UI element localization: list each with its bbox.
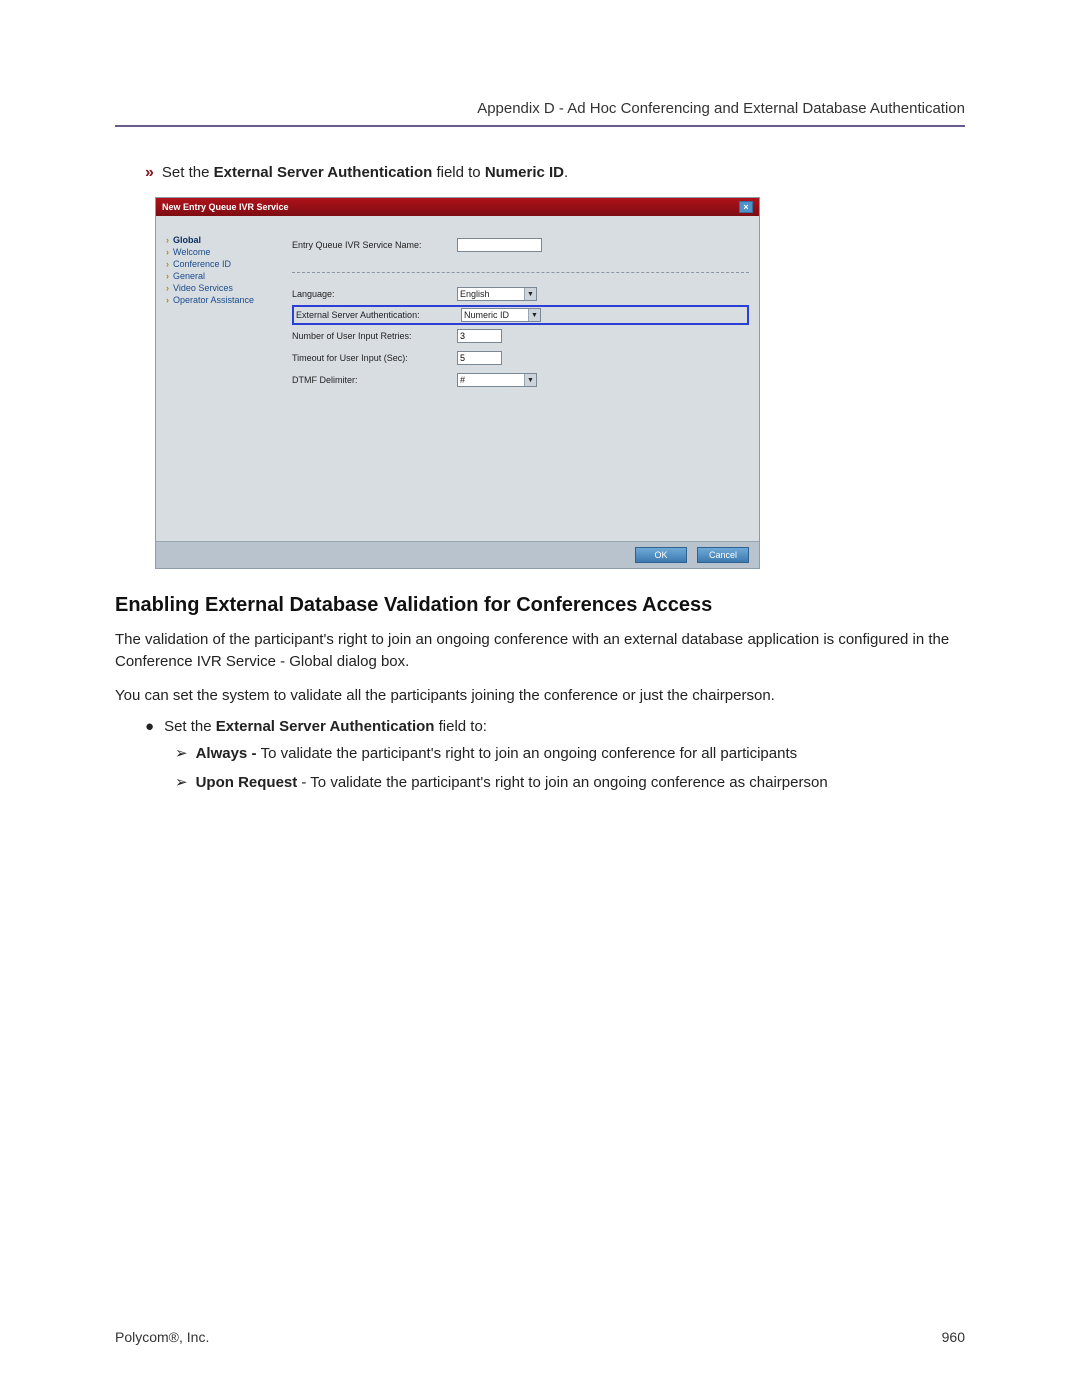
service-name-label: Entry Queue IVR Service Name: bbox=[292, 240, 457, 250]
t: To validate the participant's right to j… bbox=[261, 745, 798, 762]
dialog-titlebar: New Entry Queue IVR Service × bbox=[156, 198, 759, 216]
retries-label: Number of User Input Retries: bbox=[292, 331, 457, 341]
page-header: Appendix D - Ad Hoc Conferencing and Ext… bbox=[115, 100, 965, 127]
dtmf-label: DTMF Delimiter: bbox=[292, 375, 457, 385]
arrow-upon-request: ➢ Upon Request - To validate the partici… bbox=[175, 772, 965, 793]
arrow-icon: ➢ bbox=[175, 772, 188, 793]
bullet-set-field: ● Set the External Server Authentication… bbox=[145, 718, 965, 735]
arrow-always: ➢ Always - To validate the participant's… bbox=[175, 743, 965, 764]
intro-bullet-text: Set the External Server Authentication f… bbox=[162, 162, 568, 183]
t: . bbox=[564, 164, 568, 181]
arrow-icon: ➢ bbox=[175, 743, 188, 764]
nav-general[interactable]: › General bbox=[166, 270, 276, 282]
nav-operator-assistance[interactable]: › Operator Assistance bbox=[166, 294, 276, 306]
dialog-screenshot: New Entry Queue IVR Service × › Global › W… bbox=[155, 197, 965, 569]
nav-label: Conference ID bbox=[173, 259, 231, 269]
page-footer: Polycom®, Inc. 960 bbox=[115, 1329, 965, 1345]
t: Numeric ID bbox=[485, 164, 564, 181]
bullet-text: Set the External Server Authentication f… bbox=[164, 718, 487, 735]
retries-input[interactable] bbox=[457, 329, 502, 343]
raquo-marker: » bbox=[145, 164, 154, 182]
row-service-name: Entry Queue IVR Service Name: bbox=[292, 234, 749, 256]
t: - To validate the participant's right to… bbox=[297, 774, 827, 791]
t: Upon Request bbox=[196, 774, 298, 791]
t: Set the bbox=[164, 718, 216, 735]
chevron-icon: › bbox=[166, 259, 169, 269]
ext-auth-select[interactable]: Numeric ID ▼ bbox=[461, 308, 541, 322]
footer-company: Polycom®, Inc. bbox=[115, 1329, 209, 1345]
language-select[interactable]: English ▼ bbox=[457, 287, 537, 301]
arrow-text: Upon Request - To validate the participa… bbox=[196, 772, 828, 793]
dialog-title-text: New Entry Queue IVR Service bbox=[162, 202, 289, 212]
bullet-dot: ● bbox=[145, 718, 154, 735]
nav-label: Video Services bbox=[173, 283, 233, 293]
chevron-icon: › bbox=[166, 247, 169, 257]
chevron-icon: › bbox=[166, 235, 169, 245]
chevron-down-icon: ▼ bbox=[524, 288, 536, 300]
service-name-input[interactable] bbox=[457, 238, 542, 252]
row-timeout: Timeout for User Input (Sec): bbox=[292, 347, 749, 369]
dialog-form: Entry Queue IVR Service Name: Language: … bbox=[286, 234, 749, 531]
dtmf-select[interactable]: # ▼ bbox=[457, 373, 537, 387]
section-para1: The validation of the participant's righ… bbox=[115, 629, 965, 673]
ext-auth-label: External Server Authentication: bbox=[296, 310, 461, 320]
t: External Server Authentication bbox=[214, 164, 433, 181]
dialog-nav: › Global › Welcome › Conference ID › General… bbox=[166, 234, 286, 531]
nav-global[interactable]: › Global bbox=[166, 234, 276, 246]
nav-label: Welcome bbox=[173, 247, 210, 257]
chevron-down-icon: ▼ bbox=[528, 309, 540, 321]
row-dtmf: DTMF Delimiter: # ▼ bbox=[292, 369, 749, 391]
select-value: # bbox=[460, 375, 465, 385]
nav-label: General bbox=[173, 271, 205, 281]
chevron-down-icon: ▼ bbox=[524, 374, 536, 386]
nav-label: Global bbox=[173, 235, 201, 245]
chevron-icon: › bbox=[166, 283, 169, 293]
section-heading: Enabling External Database Validation fo… bbox=[115, 594, 965, 617]
chevron-icon: › bbox=[166, 271, 169, 281]
row-ext-auth: External Server Authentication: Numeric … bbox=[292, 305, 749, 325]
timeout-label: Timeout for User Input (Sec): bbox=[292, 353, 457, 363]
chevron-icon: › bbox=[166, 295, 169, 305]
close-icon[interactable]: × bbox=[739, 201, 753, 213]
cancel-button[interactable]: Cancel bbox=[697, 547, 749, 563]
nav-conference-id[interactable]: › Conference ID bbox=[166, 258, 276, 270]
row-language: Language: English ▼ bbox=[292, 283, 749, 305]
section-para2: You can set the system to validate all t… bbox=[115, 685, 965, 707]
row-retries: Number of User Input Retries: bbox=[292, 325, 749, 347]
dialog-window: New Entry Queue IVR Service × › Global › W… bbox=[155, 197, 760, 569]
separator bbox=[292, 272, 749, 273]
timeout-input[interactable] bbox=[457, 351, 502, 365]
select-value: English bbox=[460, 289, 490, 299]
t: field to bbox=[432, 164, 485, 181]
dialog-footer: OK Cancel bbox=[156, 541, 759, 568]
t: External Server Authentication bbox=[216, 718, 435, 735]
t: field to: bbox=[434, 718, 487, 735]
footer-page-number: 960 bbox=[942, 1329, 965, 1345]
intro-bullet: » Set the External Server Authentication… bbox=[145, 162, 965, 183]
nav-welcome[interactable]: › Welcome bbox=[166, 246, 276, 258]
arrow-text: Always - To validate the participant's r… bbox=[196, 743, 798, 764]
select-value: Numeric ID bbox=[464, 310, 509, 320]
ok-button[interactable]: OK bbox=[635, 547, 687, 563]
t: Always - bbox=[196, 745, 261, 762]
nav-label: Operator Assistance bbox=[173, 295, 254, 305]
language-label: Language: bbox=[292, 289, 457, 299]
nav-video-services[interactable]: › Video Services bbox=[166, 282, 276, 294]
t: Set the bbox=[162, 164, 214, 181]
